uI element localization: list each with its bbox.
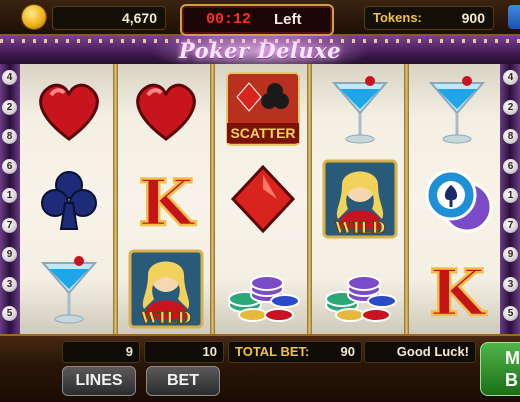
bet-value: 10 [202, 344, 217, 359]
payline-badge-right-2: 2 [503, 99, 518, 115]
menu-button[interactable] [508, 5, 520, 29]
tokens-label: Tokens: [373, 10, 422, 25]
scatter-icon: SCATTER [226, 72, 300, 146]
tokens-value: 900 [461, 10, 485, 26]
reel-symbol-club [25, 156, 113, 242]
game-logo: Poker Deluxe [178, 38, 342, 63]
svg-text:WILD: WILD [140, 308, 192, 327]
payline-badge-left-9: 9 [2, 247, 17, 262]
heart-icon [39, 83, 99, 141]
bet-button[interactable]: BET [146, 366, 220, 396]
reel-symbol-poker-chips [413, 156, 501, 242]
chips-icon [325, 275, 397, 322]
payline-badge-right-8: 8 [503, 129, 518, 144]
payline-badge-right-7: 7 [503, 217, 518, 233]
reel-separator [404, 64, 409, 334]
reel-symbol-wild: WILD [122, 246, 210, 332]
timer-value: 00:12 [206, 11, 252, 28]
reel-separator [307, 64, 312, 334]
reel-symbol-martini [316, 66, 404, 152]
timer-label: Left [274, 11, 302, 28]
reel-symbol-chips [316, 246, 404, 332]
heart-icon [136, 83, 196, 141]
coin-icon [22, 5, 46, 29]
lines-value: 9 [125, 344, 133, 359]
total-bet-field: TOTAL BET: 90 [228, 341, 362, 363]
payline-badge-right-1: 1 [503, 188, 518, 203]
payline-badge-left-2: 2 [2, 99, 17, 115]
reel-symbol-king: K [122, 156, 210, 242]
svg-text:SCATTER: SCATTER [230, 125, 295, 141]
king-icon: K [137, 165, 198, 239]
max-bet-button[interactable]: M B [480, 342, 520, 396]
payline-badge-left-4: 4 [2, 70, 17, 85]
tokens-display: Tokens: 900 [364, 6, 494, 30]
diamond-icon [230, 164, 296, 234]
poker-chips-icon [425, 169, 493, 233]
reel-symbol-martini [25, 246, 113, 332]
payline-badge-right-3: 3 [503, 276, 518, 292]
reel-symbol-heart [25, 66, 113, 152]
martini-icon [40, 256, 98, 324]
lines-button[interactable]: LINES [62, 366, 136, 396]
payline-badge-right-4: 4 [503, 70, 518, 85]
reel-symbol-chips [219, 246, 307, 332]
payline-badge-left-1: 1 [2, 188, 17, 203]
payline-badge-right-9: 9 [503, 247, 518, 262]
svg-text:WILD: WILD [334, 218, 386, 237]
top-bar: 4,670 00:12 Left Tokens: 900 [0, 0, 520, 36]
lines-field: 9 [62, 341, 140, 363]
king-icon: K [428, 255, 489, 329]
martini-icon [428, 76, 486, 144]
status-message: Good Luck! [396, 344, 469, 359]
reel-symbol-scatter: SCATTER [219, 66, 307, 152]
total-bet-value: 90 [340, 344, 355, 359]
payline-rail-right: 4 2 8 6 1 7 9 3 5 [500, 64, 520, 334]
reel-area[interactable]: K WILD SCATTER WILD K [20, 64, 500, 334]
svg-text:K: K [138, 166, 196, 239]
reel-symbol-martini [413, 66, 501, 152]
reel-symbol-diamond [219, 156, 307, 242]
max-bet-label: M B [505, 348, 520, 390]
payline-badge-left-6: 6 [2, 158, 17, 174]
total-bet-label: TOTAL BET: [235, 344, 310, 359]
countdown-timer: 00:12 Left [180, 4, 334, 36]
martini-icon [331, 76, 389, 144]
svg-text:K: K [429, 256, 487, 329]
bet-field: 10 [144, 341, 224, 363]
reel-symbol-wild: WILD [316, 156, 404, 242]
balance-display: 4,670 [52, 6, 166, 30]
wild-icon: WILD [322, 159, 398, 239]
payline-badge-left-5: 5 [2, 306, 17, 321]
payline-badge-right-6: 6 [503, 158, 518, 174]
reel-symbol-king: K [413, 246, 501, 332]
balance-value: 4,670 [121, 10, 157, 26]
payline-rail-left: 4 2 8 6 1 7 9 3 5 [0, 64, 20, 334]
payline-badge-left-7: 7 [2, 217, 17, 233]
wild-icon: WILD [128, 249, 204, 329]
message-field: Good Luck! [364, 341, 476, 363]
chips-icon [228, 275, 300, 322]
payline-badge-right-5: 5 [503, 306, 518, 321]
reel-separator [210, 64, 215, 334]
club-icon [41, 171, 97, 230]
reel-symbol-heart [122, 66, 210, 152]
reel-separator [113, 64, 118, 334]
payline-badge-left-3: 3 [2, 276, 17, 292]
payline-badge-left-8: 8 [2, 129, 17, 144]
